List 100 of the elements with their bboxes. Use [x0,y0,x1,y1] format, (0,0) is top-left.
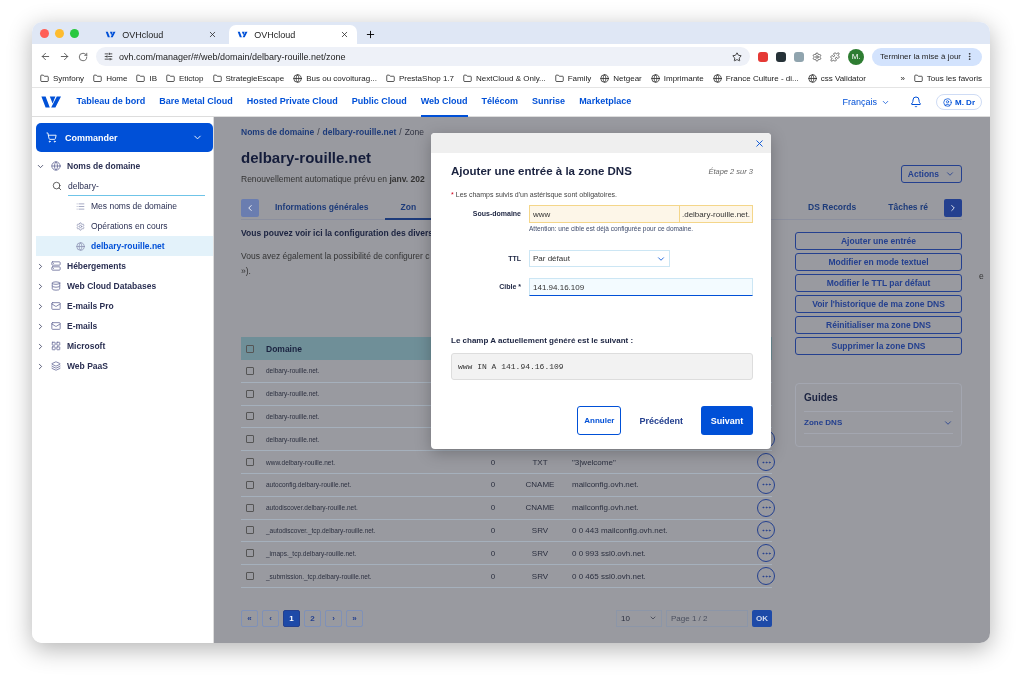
nav-link[interactable]: Tableau de bord [76,87,146,117]
close-icon[interactable] [208,30,217,39]
actions-button[interactable]: Actions [900,165,962,183]
site-settings-icon[interactable] [104,52,113,61]
nav-link[interactable]: Sunrise [532,87,566,117]
layers-icon [51,361,61,371]
new-tab-icon[interactable] [365,29,376,40]
sidebar-item[interactable]: Noms de domaine [36,156,213,176]
bookmark-link[interactable]: NextCloud & Only... [476,73,546,83]
close-button[interactable] [754,137,765,149]
table-cell-text: 0 [489,457,497,467]
back-icon[interactable] [40,51,51,62]
page-button[interactable]: ‹ [262,609,279,627]
sidebar-item[interactable]: Web PaaS [36,356,213,376]
checkbox[interactable] [246,389,254,398]
table-cell-text: "3|welcome" [572,457,617,467]
checkbox[interactable] [246,344,254,353]
nav-link[interactable]: Public Cloud [351,87,407,117]
sidebar-subitem[interactable]: Mes noms de domaine [36,196,213,216]
tab[interactable]: Tâches ré [872,195,944,220]
checkbox[interactable] [246,572,254,581]
bookmark-link[interactable]: StrategieEscape [225,73,285,83]
sidebar-item[interactable]: Hébergements [36,256,213,276]
bookmark-link[interactable]: Home [106,73,128,83]
cancel-button[interactable]: Annuler [577,406,622,435]
globe-icon [600,73,610,83]
breadcrumb-link[interactable]: Noms de domaine [241,127,315,137]
bookmark-link[interactable]: Tous les favoris [926,73,982,83]
action-button[interactable]: Réinitialiser ma zone DNS [795,316,962,334]
profile-avatar[interactable]: M. [848,48,865,65]
forward-icon[interactable] [59,51,70,62]
reload-icon[interactable] [78,51,88,62]
bookmark-link[interactable]: Etictop [179,73,204,83]
update-button[interactable]: Terminer la mise à jour [872,47,982,66]
checkbox[interactable] [246,412,254,421]
guide-link[interactable]: Zone DNS [804,412,953,434]
order-button[interactable]: Commander [36,123,213,152]
sidebar-item[interactable]: Web Cloud Databases [36,276,213,296]
page-button[interactable]: › [325,609,342,627]
close-window-icon[interactable] [40,28,49,38]
checkbox[interactable] [246,549,254,558]
go-button[interactable]: OK [752,609,772,627]
sidebar-subitem[interactable]: Opérations en cours [36,216,213,236]
bookmark-link[interactable]: PrestaShop 1.7 [398,73,455,83]
subdomain-field[interactable]: www [529,205,680,223]
action-button[interactable]: Voir l'historique de ma zone DNS [795,295,962,313]
nav-link[interactable]: Télécom [481,87,519,117]
page-button[interactable]: « [241,609,258,627]
bell-icon[interactable] [910,96,922,108]
sidebar-item[interactable]: E-mails Pro [36,296,213,316]
extensions-icon[interactable] [830,51,841,62]
checkbox[interactable] [246,366,254,375]
table-cell-text: CNAME [524,480,556,490]
sidebar-item[interactable]: Microsoft [36,336,213,356]
gear-icon[interactable] [812,51,823,62]
nav-link[interactable]: Hosted Private Cloud [246,87,338,117]
sidebar-subitem[interactable]: delbary-rouille.net [36,236,213,256]
page-button[interactable]: 2 [304,609,321,627]
checkbox[interactable] [246,526,254,535]
more-bookmarks[interactable]: » [900,73,905,83]
user-button[interactable]: M. Dr [936,94,982,110]
breadcrumb-link[interactable]: delbary-rouille.net [322,127,397,137]
bookmark-star-icon[interactable] [732,51,743,62]
next-tab-button[interactable] [944,198,962,217]
bookmark-link[interactable]: css Validator [820,73,866,83]
bookmark-link[interactable]: Imprimante [663,73,704,83]
action-button[interactable]: Modifier en mode textuel [795,253,962,271]
checkbox[interactable] [246,480,254,489]
nav-link[interactable]: Bare Metal Cloud [159,87,233,117]
search-field[interactable]: delbary- [68,176,205,196]
checkbox[interactable] [246,435,254,444]
bookmark-link[interactable]: Family [567,73,592,83]
browser-tab[interactable]: OVHcloud [229,25,357,44]
sidebar-item[interactable]: E-mails [36,316,213,336]
bookmark-link[interactable]: Netgear [613,73,642,83]
breadcrumb-link[interactable]: Zone [404,127,425,137]
target-field[interactable]: 141.94.16.109 [529,278,753,296]
page-input[interactable]: Page 1 / 2 [666,609,748,627]
nav-link[interactable]: Marketplace [579,87,632,117]
page-button[interactable]: 1 [283,609,300,627]
folder-icon [166,73,176,83]
next-button[interactable]: Suivant [701,406,753,435]
tab[interactable]: DS Records [792,195,873,220]
zoom-window-icon[interactable] [70,28,79,38]
bookmark-link[interactable]: France Culture - di... [725,73,799,83]
checkbox[interactable] [246,503,254,512]
bookmark-link[interactable]: IB [149,73,158,83]
ttl-select[interactable]: Par défaut [529,250,670,267]
action-button[interactable]: Ajouter une entrée [795,232,962,250]
address-bar[interactable]: ovh.com/manager/#/web/domain/delbary-rouille.net/zone [96,47,751,66]
bookmark-link[interactable]: Symfony [53,73,85,83]
page-size-select[interactable]: 10 [616,609,662,627]
tab[interactable]: Informations générales [259,195,385,220]
close-icon[interactable] [340,30,349,39]
extension-icon[interactable] [776,51,787,62]
browser-tab[interactable]: OVHcloud [97,25,225,44]
page-button[interactable]: » [346,609,363,627]
bookmark-link[interactable]: Bus ou covoiturag... [306,73,377,83]
language-select[interactable]: Français [836,96,896,108]
checkbox[interactable] [246,458,254,467]
